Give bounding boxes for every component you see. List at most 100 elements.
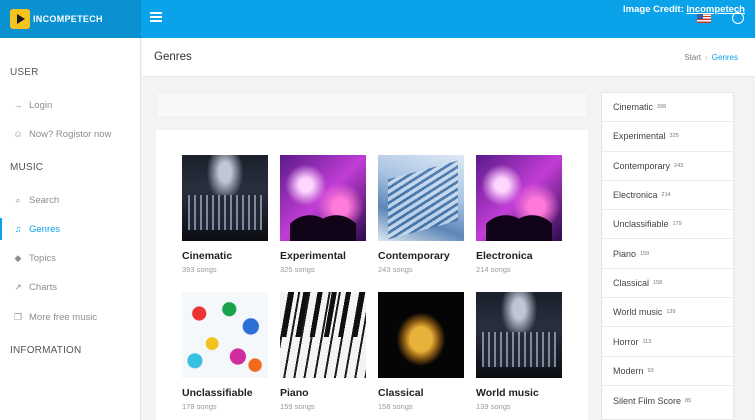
sidebar-item-label: Charts bbox=[29, 281, 57, 293]
card-count: 243 songs bbox=[378, 265, 413, 274]
concert-crowd-image bbox=[280, 155, 366, 241]
sidebar-item-more-free-music[interactable]: ❐ More free music bbox=[0, 306, 141, 328]
genre-list-count: 325 bbox=[669, 133, 679, 140]
genre-list-item[interactable]: World music 139 bbox=[602, 298, 733, 328]
logo-text: INCOMPETECH bbox=[33, 14, 103, 24]
genre-list-item[interactable]: Modern 93 bbox=[602, 357, 733, 386]
sidebar-item-register[interactable]: ☺ Now? Rogistor now bbox=[0, 123, 141, 145]
genre-list-count: 214 bbox=[661, 192, 671, 199]
genre-card-cinematic[interactable]: Cinematic 393 songs bbox=[182, 155, 268, 274]
sidebar-item-label: Search bbox=[29, 194, 60, 206]
section-title-music: MUSIC bbox=[10, 162, 44, 173]
menu-toggle-icon[interactable] bbox=[150, 12, 162, 26]
genre-list-item[interactable]: Classical 158 bbox=[602, 269, 733, 299]
genre-list-item[interactable]: Piano 159 bbox=[602, 240, 733, 269]
genre-list-count: 113 bbox=[642, 338, 652, 345]
section-title-information: INFORMATION bbox=[10, 345, 82, 356]
genre-list-name: Cinematic bbox=[613, 102, 654, 113]
sidebar-item-charts[interactable]: ↗ Charts bbox=[0, 276, 141, 298]
card-count: 393 songs bbox=[182, 265, 217, 274]
card-count: 214 songs bbox=[476, 265, 511, 274]
genre-list-item[interactable]: Electronica 214 bbox=[602, 181, 733, 211]
genre-list-count: 179 bbox=[672, 221, 682, 228]
sidebar: USER → Login ☺ Now? Rogistor now MUSIC ⌕… bbox=[0, 38, 141, 420]
genre-list-name: Electronica bbox=[613, 190, 658, 201]
breadcrumb: Start › Genres bbox=[684, 53, 738, 62]
sidebar-item-label: Login bbox=[29, 99, 53, 111]
concert-crowd-image bbox=[476, 155, 562, 241]
play-logo-icon bbox=[10, 9, 30, 29]
card-title: Unclassifiable bbox=[182, 387, 253, 399]
sidebar-item-topics[interactable]: ◆ Topics bbox=[0, 247, 141, 269]
genre-list-name: Classical bbox=[613, 277, 650, 288]
piano-keys-image bbox=[280, 292, 366, 378]
card-title: Piano bbox=[280, 387, 309, 399]
card-count: 139 songs bbox=[476, 402, 511, 411]
top-bar: INCOMPETECH Image Credit: Incompetech bbox=[0, 0, 755, 38]
genre-card-contemporary[interactable]: Contemporary 243 songs bbox=[378, 155, 464, 274]
genre-list-count: 159 bbox=[640, 250, 650, 257]
genre-list-name: Piano bbox=[613, 248, 637, 259]
genre-list-item[interactable]: Silent Film Score 85 bbox=[602, 386, 733, 415]
card-count: 159 songs bbox=[280, 402, 315, 411]
genre-list-count: 93 bbox=[647, 367, 654, 374]
genre-list-count: 158 bbox=[653, 279, 663, 286]
sidebar-item-label: More free music bbox=[29, 311, 98, 323]
sidebar-item-genres[interactable]: ♫ Genres bbox=[0, 218, 141, 240]
sidebar-item-label: Topics bbox=[29, 252, 56, 264]
genre-card-unclassifiable[interactable]: Unclassifiable 178 songs bbox=[182, 292, 268, 411]
external-link-icon: ❐ bbox=[13, 311, 23, 322]
breadcrumb-start[interactable]: Start bbox=[684, 53, 701, 62]
login-icon: → bbox=[13, 100, 23, 110]
section-title-user: USER bbox=[10, 67, 39, 78]
genre-list-name: Silent Film Score bbox=[613, 395, 682, 406]
genre-list-name: Modern bbox=[613, 365, 644, 376]
genre-list: Cinematic 399 Experimental 325 Contemporar… bbox=[601, 92, 734, 420]
add-user-icon: ☺ bbox=[13, 129, 23, 139]
image-credit: Image Credit: Incompetech bbox=[623, 4, 745, 15]
genre-card-piano[interactable]: Piano 159 songs bbox=[280, 292, 366, 411]
orchestra-image bbox=[476, 292, 562, 378]
chart-line-icon: ↗ bbox=[14, 281, 22, 292]
breadcrumb-current: Genres bbox=[711, 53, 738, 62]
page-title: Genres bbox=[154, 51, 192, 63]
card-title: Experimental bbox=[280, 250, 346, 262]
genre-list-item[interactable]: Contemporary 243 bbox=[602, 152, 733, 181]
credit-link[interactable]: Incompetech bbox=[686, 4, 745, 15]
golden-statue-image bbox=[378, 292, 464, 378]
card-count: 158 songs bbox=[378, 402, 413, 411]
credit-prefix: Image Credit: bbox=[623, 4, 687, 15]
genre-list-item[interactable]: Unclassifiable 179 bbox=[602, 210, 733, 240]
sidebar-item-label: Now? Rogistor now bbox=[29, 128, 112, 140]
card-title: Electronica bbox=[476, 250, 533, 262]
card-title: Cinematic bbox=[182, 250, 233, 262]
sidebar-item-search[interactable]: ⌕ Search bbox=[0, 189, 141, 211]
modern-building-image bbox=[378, 155, 464, 241]
genre-list-count: 85 bbox=[685, 397, 692, 404]
genre-cards-panel: Cinematic 393 songs Experimental 325 son… bbox=[156, 130, 588, 420]
music-note-icon: ♫ bbox=[14, 224, 22, 234]
genre-list-item[interactable]: Cinematic 399 bbox=[602, 93, 733, 123]
breadcrumb-separator-icon: › bbox=[705, 53, 708, 62]
genre-card-experimental[interactable]: Experimental 325 songs bbox=[280, 155, 366, 274]
genre-list-item[interactable]: Horror 113 bbox=[602, 327, 733, 357]
genre-list-name: World music bbox=[613, 307, 663, 318]
card-count: 178 songs bbox=[182, 402, 217, 411]
logo[interactable]: INCOMPETECH bbox=[0, 0, 141, 38]
genre-list-name: Contemporary bbox=[613, 160, 671, 171]
genre-list-count: 243 bbox=[674, 162, 684, 169]
tag-icon: ◆ bbox=[14, 252, 22, 263]
search-strip[interactable] bbox=[156, 92, 588, 117]
genre-list-name: Experimental bbox=[613, 131, 666, 142]
genre-card-world-music[interactable]: World music 139 songs bbox=[476, 292, 562, 411]
paint-splash-image bbox=[182, 292, 268, 378]
genre-list-item[interactable]: Experimental 325 bbox=[602, 122, 733, 152]
search-icon: ⌕ bbox=[15, 194, 21, 205]
sidebar-item-login[interactable]: → Login bbox=[0, 94, 141, 116]
card-title: Contemporary bbox=[378, 250, 450, 262]
genre-card-classical[interactable]: Classical 158 songs bbox=[378, 292, 464, 411]
card-title: Classical bbox=[378, 387, 424, 399]
genre-list-count: 399 bbox=[657, 104, 667, 111]
genre-card-electronica[interactable]: Electronica 214 songs bbox=[476, 155, 562, 274]
sidebar-item-label: Genres bbox=[29, 223, 61, 235]
